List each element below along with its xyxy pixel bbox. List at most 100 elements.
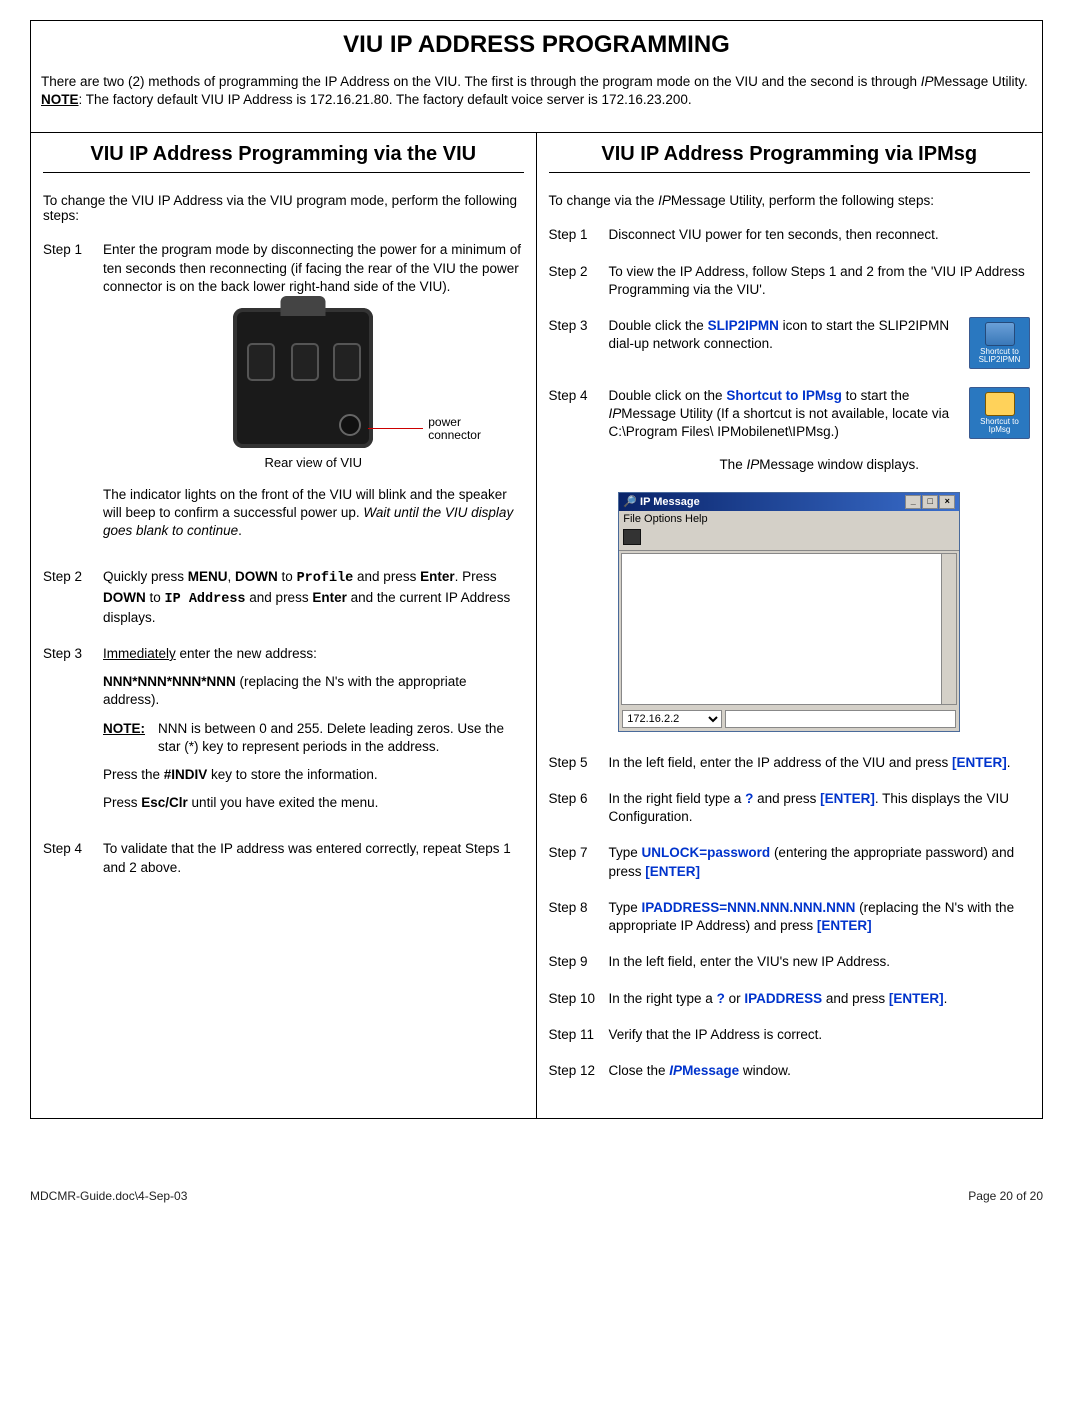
t: or <box>725 991 745 1006</box>
lead-b: connector <box>428 428 481 442</box>
step-body: Disconnect VIU power for ten seconds, th… <box>609 226 1031 244</box>
right-step1: Step 1 Disconnect VIU power for ten seco… <box>549 226 1031 244</box>
step-body: In the right type a ? or IPADDRESS and p… <box>609 990 1031 1008</box>
left-step2: Step 2 Quickly press MENU, DOWN to Profi… <box>43 568 524 627</box>
left-lead: To change the VIU IP Address via the VIU… <box>43 193 524 223</box>
t: DOWN <box>235 569 278 584</box>
t: Immediately <box>103 646 176 661</box>
step-body: Shortcut to SLIP2IPMN Double click the S… <box>609 317 1031 369</box>
step-label: Step 11 <box>549 1026 609 1044</box>
jack-icon <box>333 343 361 381</box>
intro-note-label: NOTE <box>41 92 79 107</box>
note-label: NOTE: <box>103 720 158 756</box>
minimize-icon[interactable]: _ <box>905 495 921 509</box>
device-icon <box>233 308 373 448</box>
maximize-icon[interactable]: □ <box>922 495 938 509</box>
t: enter the new address: <box>176 646 317 661</box>
step-label: Step 3 <box>43 645 103 823</box>
t: to <box>146 590 165 605</box>
right-step11: Step 11 Verify that the IP Address is co… <box>549 1026 1031 1044</box>
t: Press <box>103 795 141 810</box>
t: Type <box>609 845 642 860</box>
step-body: In the right field type a ? and press [E… <box>609 790 1031 826</box>
left-step3: Step 3 Immediately enter the new address… <box>43 645 524 823</box>
intro-note-text: : The factory default VIU IP Address is … <box>79 92 692 107</box>
intro-text-c: Message Utility. <box>934 74 1028 89</box>
step-body: To validate that the IP address was ente… <box>103 840 524 876</box>
intro-text-a: There are two (2) methods of programming… <box>41 74 921 89</box>
left-heading: VIU IP Address Programming via the VIU <box>43 143 524 173</box>
scrollbar[interactable] <box>941 554 956 704</box>
t: Message Utility (If a shortcut is not av… <box>609 406 950 439</box>
jack-icon <box>291 343 319 381</box>
step-body: Type UNLOCK=password (entering the appro… <box>609 844 1031 880</box>
client-area <box>621 553 957 705</box>
right-heading: VIU IP Address Programming via IPMsg <box>549 143 1031 173</box>
step-text: Enter the program mode by disconnecting … <box>103 242 521 293</box>
press-esc: Press Esc/Clr until you have exited the … <box>103 794 524 812</box>
t: Press the <box>103 767 164 782</box>
t: Close the <box>609 1063 670 1078</box>
t: until you have exited the menu. <box>188 795 379 810</box>
step-label: Step 2 <box>43 568 103 627</box>
t: Message Utility, perform the following s… <box>671 193 934 208</box>
leader-line <box>368 428 423 429</box>
t: [ENTER] <box>820 791 875 806</box>
t: IPADDRESS=NNN.NNN.NNN.NNN <box>642 900 856 915</box>
window-title: 🔎 IP Message <box>623 495 700 508</box>
step-label: Step 7 <box>549 844 609 880</box>
footer-right: Page 20 of 20 <box>968 1189 1043 1203</box>
close-icon[interactable]: × <box>939 495 955 509</box>
t: In the right type a <box>609 991 717 1006</box>
step-body: Shortcut to IpMsg Double click on the Sh… <box>609 387 1031 474</box>
t: In the left field, enter the IP address … <box>609 755 952 770</box>
step-body: Close the IPMessage window. <box>609 1062 1031 1080</box>
step-body: In the left field, enter the IP address … <box>609 754 1031 772</box>
titlebar: 🔎 IP Message _□× <box>619 493 959 511</box>
step-label: Step 9 <box>549 953 609 971</box>
t: IP <box>609 406 622 421</box>
save-icon[interactable] <box>623 529 641 545</box>
rear-view-figure: power connector <box>233 308 393 448</box>
command-input[interactable] <box>725 710 956 728</box>
page-footer: MDCMR-Guide.doc\4-Sep-03 Page 20 of 20 <box>30 1189 1043 1203</box>
t: SLIP2IPMN <box>708 318 779 333</box>
t: Quickly press <box>103 569 188 584</box>
t: #INDIV <box>164 767 208 782</box>
right-step2: Step 2 To view the IP Address, follow St… <box>549 263 1031 299</box>
left-step1: Step 1 Enter the program mode by disconn… <box>43 241 524 550</box>
t: [ENTER] <box>952 755 1007 770</box>
menubar[interactable]: File Options Help <box>619 511 959 527</box>
t: IPADDRESS <box>744 991 822 1006</box>
ip-select[interactable]: 172.16.2.2 <box>622 710 722 728</box>
t: Enter <box>312 590 347 605</box>
t: NNN*NNN*NNN*NNN <box>103 674 236 689</box>
t: IP <box>669 1063 682 1078</box>
step-body: Quickly press MENU, DOWN to Profile and … <box>103 568 524 627</box>
t: Shortcut to IPMsg <box>726 388 842 403</box>
left-column: VIU IP Address Programming via the VIU T… <box>31 133 537 1118</box>
step-body: Type IPADDRESS=NNN.NNN.NNN.NNN (replacin… <box>609 899 1031 935</box>
step-label: Step 4 <box>549 387 609 474</box>
t: Esc/Clr <box>141 795 188 810</box>
step1-after: The indicator lights on the front of the… <box>103 486 524 541</box>
figure-wrap: power connector <box>103 308 524 448</box>
right-step3: Step 3 Shortcut to SLIP2IPMN Double clic… <box>549 317 1031 369</box>
t: . <box>944 991 948 1006</box>
slip2ipmn-shortcut-icon: Shortcut to SLIP2IPMN <box>969 317 1030 369</box>
t: IP <box>658 193 671 208</box>
t: Enter <box>420 569 455 584</box>
right-step10: Step 10 In the right type a ? or IPADDRE… <box>549 990 1031 1008</box>
t: MENU <box>188 569 228 584</box>
lead-a: power <box>428 415 461 429</box>
intro-paragraph: There are two (2) methods of programming… <box>31 73 1042 119</box>
toolbar <box>619 527 959 551</box>
left-step4: Step 4 To validate that the IP address w… <box>43 840 524 876</box>
t: In the right field type a <box>609 791 746 806</box>
ipmessage-window: 🔎 IP Message _□× File Options Help 172.1… <box>618 492 960 732</box>
leader-label: power connector <box>428 416 481 442</box>
step-body: Immediately enter the new address: NNN*N… <box>103 645 524 823</box>
t: The <box>719 457 746 472</box>
input-row: 172.16.2.2 <box>619 707 959 731</box>
right-step6: Step 6 In the right field type a ? and p… <box>549 790 1031 826</box>
